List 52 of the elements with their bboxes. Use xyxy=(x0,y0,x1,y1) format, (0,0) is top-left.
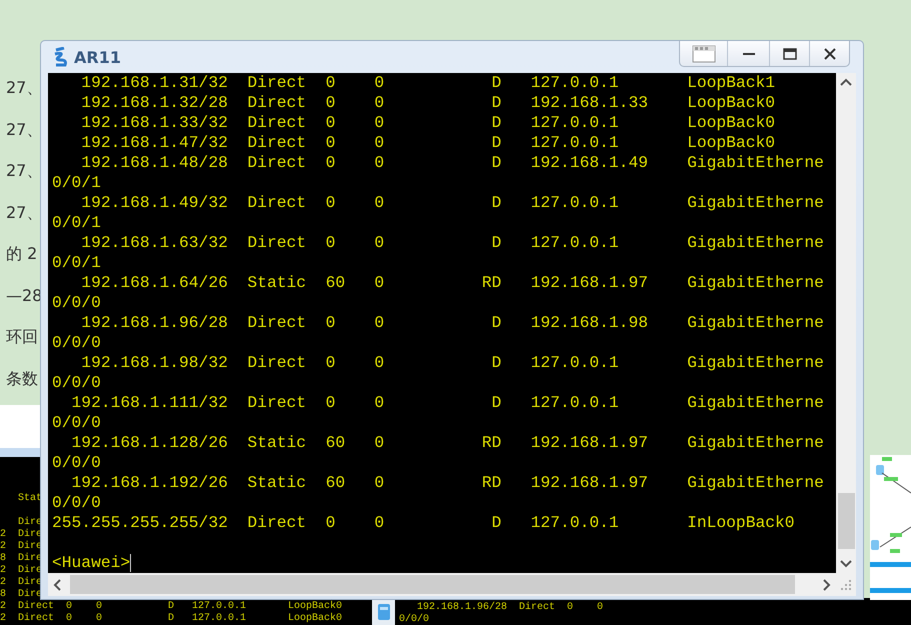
scrollbar-thumb[interactable] xyxy=(838,493,854,549)
minimize-icon xyxy=(742,52,754,56)
terminal-line: 192.168.1.128/26 Static 60 0 RD 192.168.1.97 GigabitEtherne xyxy=(70,433,824,453)
article-text: 条数 xyxy=(6,368,39,390)
article-text: 27、 xyxy=(6,77,42,99)
terminal-line: 0/0/0 xyxy=(399,614,430,625)
window-title: AR11 xyxy=(74,48,121,66)
terminal-line: 0/0/0 xyxy=(52,413,101,433)
terminal-line: 2 Direct 0 0 D 127.0.0.1 LoopBack0 xyxy=(0,613,342,625)
terminal-line: 192.168.1.31/32 Direct 0 0 D 127.0.0.1 LoopBack1 xyxy=(80,73,776,93)
chevron-down-icon xyxy=(840,558,852,568)
terminal-line: 192.168.1.64/26 Static 60 0 RD 192.168.1.97 GigabitEtherne xyxy=(80,273,824,293)
chevron-left-icon xyxy=(53,578,63,590)
scrollbar-thumb[interactable] xyxy=(70,575,795,594)
chevron-right-icon xyxy=(821,578,831,590)
terminal-line: 192.168.1.47/32 Direct 0 0 D 127.0.0.1 LoopBack0 xyxy=(80,133,776,153)
terminal-line: 0/0/0 xyxy=(52,293,101,313)
terminal-line: 255.255.255.255/32 Direct 0 0 D 127.0.0.1 InLoopBack0 xyxy=(52,513,795,533)
article-text: 27、 xyxy=(6,160,42,182)
terminal-line: 192.168.1.98/32 Direct 0 0 D 127.0.0.1 GigabitEtherne xyxy=(80,353,824,373)
command-prompt: <Huawei> xyxy=(52,553,130,573)
terminal-line: 192.168.1.96/28 Direct 0 0 xyxy=(416,602,604,614)
device-icon xyxy=(376,602,390,620)
terminal-line: Stat xyxy=(17,493,42,505)
article-text: 27、 xyxy=(6,118,42,140)
terminal-line: 0/0/1 xyxy=(52,253,101,273)
window-icon xyxy=(692,44,716,62)
app-icon xyxy=(52,47,70,67)
chevron-up-icon xyxy=(840,78,852,88)
terminal-line: 192.168.1.32/28 Direct 0 0 D 192.168.1.33 LoopBack0 xyxy=(80,93,776,113)
maximize-icon xyxy=(782,48,796,60)
text-cursor xyxy=(130,554,132,572)
terminal-line: 192.168.1.49/32 Direct 0 0 D 127.0.0.1 GigabitEtherne xyxy=(80,193,824,213)
resize-grip-icon[interactable] xyxy=(841,580,851,590)
terminal-line: 192.168.1.192/26 Static 60 0 RD 192.168.1.97 GigabitEtherne xyxy=(70,473,824,493)
article-text: 环回 xyxy=(6,326,39,348)
terminal-line: 0/0/0 xyxy=(52,333,101,353)
horizontal-scrollbar[interactable] xyxy=(48,573,836,596)
terminal-line: 192.168.1.63/32 Direct 0 0 D 127.0.0.1 GigabitEtherne xyxy=(80,233,824,253)
terminal-line: 0/0/1 xyxy=(52,213,101,233)
close-icon xyxy=(824,48,836,60)
article-text: 27、 xyxy=(6,202,42,224)
terminal-line: 0/0/1 xyxy=(52,173,101,193)
terminal-line: 192.168.1.33/32 Direct 0 0 D 127.0.0.1 LoopBack0 xyxy=(80,113,776,133)
terminal-line: 0/0/0 xyxy=(52,493,101,513)
terminal-line: 192.168.1.111/32 Direct 0 0 D 127.0.0.1 GigabitEtherne xyxy=(70,393,824,413)
terminal-line: 0/0/0 xyxy=(52,373,101,393)
article-text: 的 2 xyxy=(6,243,38,265)
terminal-line: 0/0/0 xyxy=(52,453,101,473)
terminal-line: 192.168.1.96/28 Direct 0 0 D 192.168.1.98 GigabitEtherne xyxy=(80,313,824,333)
terminal-line: 192.168.1.48/28 Direct 0 0 D 192.168.1.49 GigabitEtherne xyxy=(80,153,824,173)
terminal-line: 2 Direct 0 0 D 127.0.0.1 LoopBack0 xyxy=(0,601,342,612)
